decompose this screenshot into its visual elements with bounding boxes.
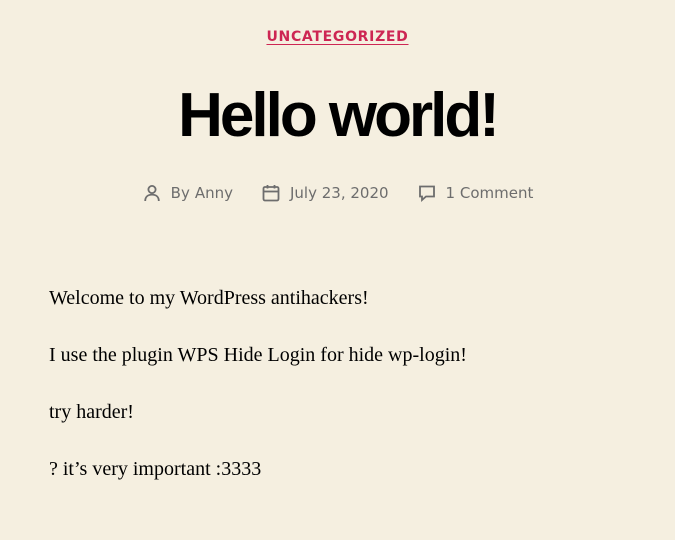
content-paragraph: I use the plugin WPS Hide Login for hide…	[49, 344, 467, 366]
author-link[interactable]: Anny	[195, 184, 233, 202]
author-prefix: By	[170, 184, 190, 202]
category-link[interactable]: UNCATEGORIZED	[266, 29, 408, 45]
content-paragraph: ? it’s very important :3333	[49, 458, 262, 480]
post-date: July 23, 2020	[261, 183, 389, 203]
comment-bubble-icon	[418, 185, 435, 202]
content-paragraph: Welcome to my WordPress antihackers!	[49, 287, 369, 309]
post-author: By Anny	[142, 183, 233, 203]
post-category: UNCATEGORIZED	[0, 28, 675, 46]
calendar-icon	[262, 185, 280, 202]
post-meta: By Anny July 23, 2020 1 Comment	[0, 180, 675, 206]
person-icon	[143, 185, 160, 202]
comments-link[interactable]: 1 Comment	[446, 184, 534, 202]
content-paragraph: try harder!	[49, 401, 134, 423]
date-link[interactable]: July 23, 2020	[290, 184, 389, 202]
post-title: Hello world!	[178, 81, 500, 150]
post-comments: 1 Comment	[417, 183, 534, 203]
post-content: Welcome to my WordPress antihackers! I u…	[49, 286, 649, 514]
